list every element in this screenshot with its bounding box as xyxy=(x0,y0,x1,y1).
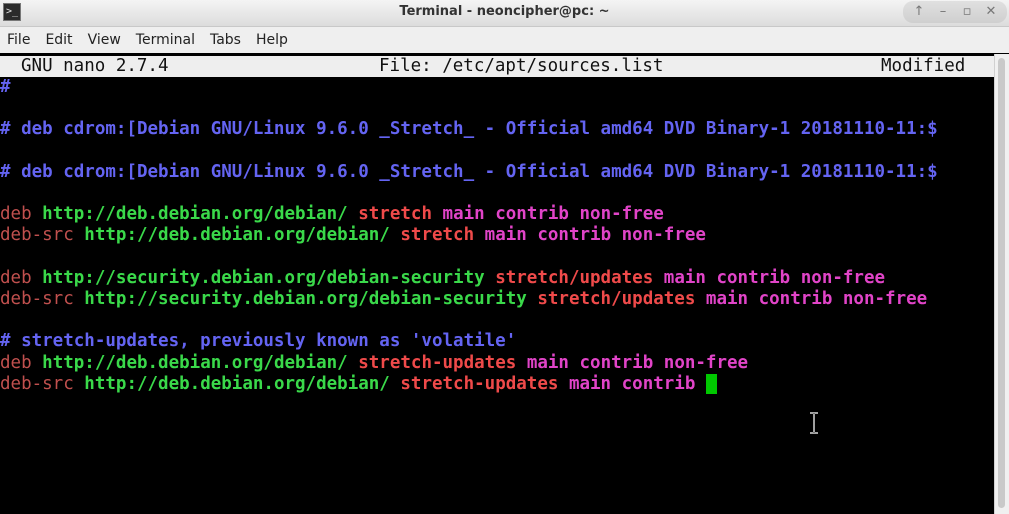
ibeam-cursor-icon xyxy=(810,412,818,434)
minimize-button[interactable]: – xyxy=(931,1,955,23)
window-controls: ↑ – ▫ ✕ xyxy=(903,1,1007,23)
line-segment-url: http://security.debian.org/debian-securi… xyxy=(84,289,538,309)
line-segment-comp: main contrib xyxy=(568,373,706,394)
line-segment-comment: # deb cdrom:[Debian GNU/Linux 9.6.0 _Str… xyxy=(0,119,938,140)
line-segment-url: http://deb.debian.org/debian/ xyxy=(42,204,359,225)
terminal-window: >_ Terminal - neoncipher@pc: ~ ↑ – ▫ ✕ F… xyxy=(0,0,1009,514)
editor-line[interactable]: # stretch-updates, previously known as '… xyxy=(0,331,516,352)
line-segment-deb: deb-src xyxy=(0,373,85,394)
line-segment-url: http://security.debian.org/debian-securi… xyxy=(42,267,496,288)
nano-title-bar: GNU nano 2.7.4 File: /etc/apt/sources.li… xyxy=(0,56,995,77)
terminal-area[interactable]: GNU nano 2.7.4 File: /etc/apt/sources.li… xyxy=(0,54,995,514)
menu-terminal[interactable]: Terminal xyxy=(129,32,203,48)
line-segment-comp: main contrib non-free xyxy=(526,352,749,373)
line-segment-url: http://deb.debian.org/debian/ xyxy=(42,352,359,373)
line-segment-deb: deb-src xyxy=(0,289,85,309)
editor-line[interactable]: deb-src http://security.debian.org/debia… xyxy=(0,289,927,310)
menu-file[interactable]: File xyxy=(0,32,38,48)
nano-filename: File: /etc/apt/sources.list xyxy=(379,56,664,76)
line-segment-comp: main contrib non-free xyxy=(705,289,928,309)
nano-modified-status: Modified xyxy=(881,56,966,76)
line-segment-comp: main contrib non-free xyxy=(442,204,664,225)
menu-tabs[interactable]: Tabs xyxy=(203,32,249,48)
nano-version: GNU nano 2.7.4 xyxy=(21,56,169,76)
line-segment-dist: stretch/updates xyxy=(495,267,664,288)
editor-line[interactable]: # deb cdrom:[Debian GNU/Linux 9.6.0 _Str… xyxy=(0,119,938,140)
editor-line[interactable]: deb http://deb.debian.org/debian/ stretc… xyxy=(0,353,748,374)
line-segment-comment: # stretch-updates, previously known as '… xyxy=(0,331,517,352)
menu-view[interactable]: View xyxy=(81,32,129,48)
title-bar[interactable]: >_ Terminal - neoncipher@pc: ~ ↑ – ▫ ✕ xyxy=(0,0,1009,27)
scrollbar-thumb[interactable] xyxy=(998,58,1005,508)
line-segment-deb: deb xyxy=(0,267,43,288)
editor-line[interactable]: deb http://security.debian.org/debian-se… xyxy=(0,268,885,289)
close-button[interactable]: ✕ xyxy=(979,1,1003,23)
line-segment-url: http://deb.debian.org/debian/ xyxy=(84,373,401,394)
raise-button[interactable]: ↑ xyxy=(907,1,931,23)
editor-line[interactable]: # deb cdrom:[Debian GNU/Linux 9.6.0 _Str… xyxy=(0,162,938,183)
line-segment-deb: deb xyxy=(0,352,43,373)
editor-line[interactable]: deb-src http://deb.debian.org/debian/ st… xyxy=(0,225,706,246)
line-segment-deb: deb-src xyxy=(0,225,85,246)
window-title: Terminal - neoncipher@pc: ~ xyxy=(399,4,610,19)
maximize-button[interactable]: ▫ xyxy=(955,1,979,23)
line-segment-comp: main contrib non-free xyxy=(663,267,886,288)
menu-edit[interactable]: Edit xyxy=(38,32,80,48)
text-cursor xyxy=(705,373,717,394)
editor-line[interactable]: # xyxy=(0,77,11,98)
line-segment-dist: stretch xyxy=(358,204,443,225)
line-segment-comp: main contrib non-free xyxy=(484,225,706,246)
line-segment-url: http://deb.debian.org/debian/ xyxy=(84,225,401,246)
editor-line[interactable]: deb http://deb.debian.org/debian/ stretc… xyxy=(0,204,664,225)
menu-bar: File Edit View Terminal Tabs Help xyxy=(0,27,1009,53)
line-segment-comment: # deb cdrom:[Debian GNU/Linux 9.6.0 _Str… xyxy=(0,161,938,182)
editor-line[interactable]: deb-src http://deb.debian.org/debian/ st… xyxy=(0,373,717,395)
line-segment-deb: deb xyxy=(0,204,43,225)
line-segment-dist: stretch-updates xyxy=(358,352,527,373)
line-segment-dist: stretch xyxy=(400,225,485,246)
scrollbar[interactable] xyxy=(994,54,1009,514)
menu-help[interactable]: Help xyxy=(249,32,296,48)
line-segment-dist: stretch-updates xyxy=(400,373,569,394)
line-segment-dist: stretch/updates xyxy=(537,289,706,309)
line-segment-comment: # xyxy=(0,77,11,97)
